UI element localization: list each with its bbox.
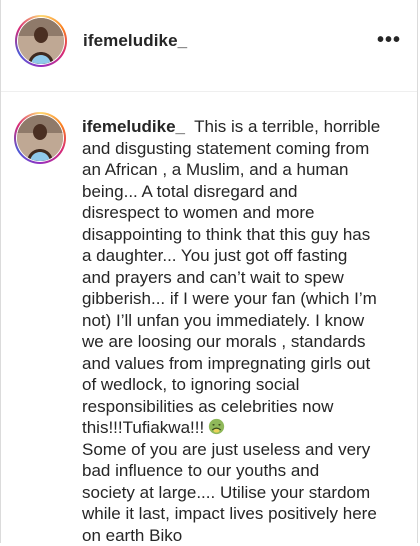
comment-line: and disgusting statement coming from [82,138,412,160]
avatar[interactable] [15,15,67,67]
comment-line: disappointing to think that this guy has [82,224,412,246]
nauseated-face-icon [208,418,225,435]
comment-line: disrespect to women and more [82,202,412,224]
comment-line: we are loosing our morals , standards [82,331,412,353]
comment-username[interactable]: ifemeludike_ [82,117,185,136]
comment-line: a daughter... You just got off fasting [82,245,412,267]
comment-line: society at large.... Utilise your stardo… [82,482,412,504]
comment-line: of wedlock, to ignoring social [82,374,412,396]
avatar-photo [17,115,63,161]
comment-line: responsibilities as celebrities now [82,396,412,418]
comment-line: being... A total disregard and [82,181,412,203]
caption-comment: ifemeludike_ This is a terrible, horribl… [82,116,412,546]
comment-line: Some of you are just useless and very [82,439,412,461]
comment-line: and values from impregnating girls out [82,353,412,375]
comment-line: while it last, impact lives positively h… [82,503,412,525]
comment-line: and prayers and can’t wait to spew [82,267,412,289]
avatar-photo [18,18,64,64]
comment-line-1: ifemeludike_ This is a terrible, horribl… [82,116,412,138]
more-options-button[interactable]: ••• [377,30,401,50]
comment-line: an African , a Muslim, and a human [82,159,412,181]
comment-avatar[interactable] [14,112,66,164]
comment-line: gibberish... if I were your fan (which I… [82,288,412,310]
comment-line-emoji: this!!!Tufiakwa!!! [82,417,412,439]
comment-line: bad influence to our youths and [82,460,412,482]
post-header: ifemeludike_ ••• [1,0,417,92]
post-author-username[interactable]: ifemeludike_ [83,31,187,51]
comment-line: not) I’ll unfan you immediately. I know [82,310,412,332]
